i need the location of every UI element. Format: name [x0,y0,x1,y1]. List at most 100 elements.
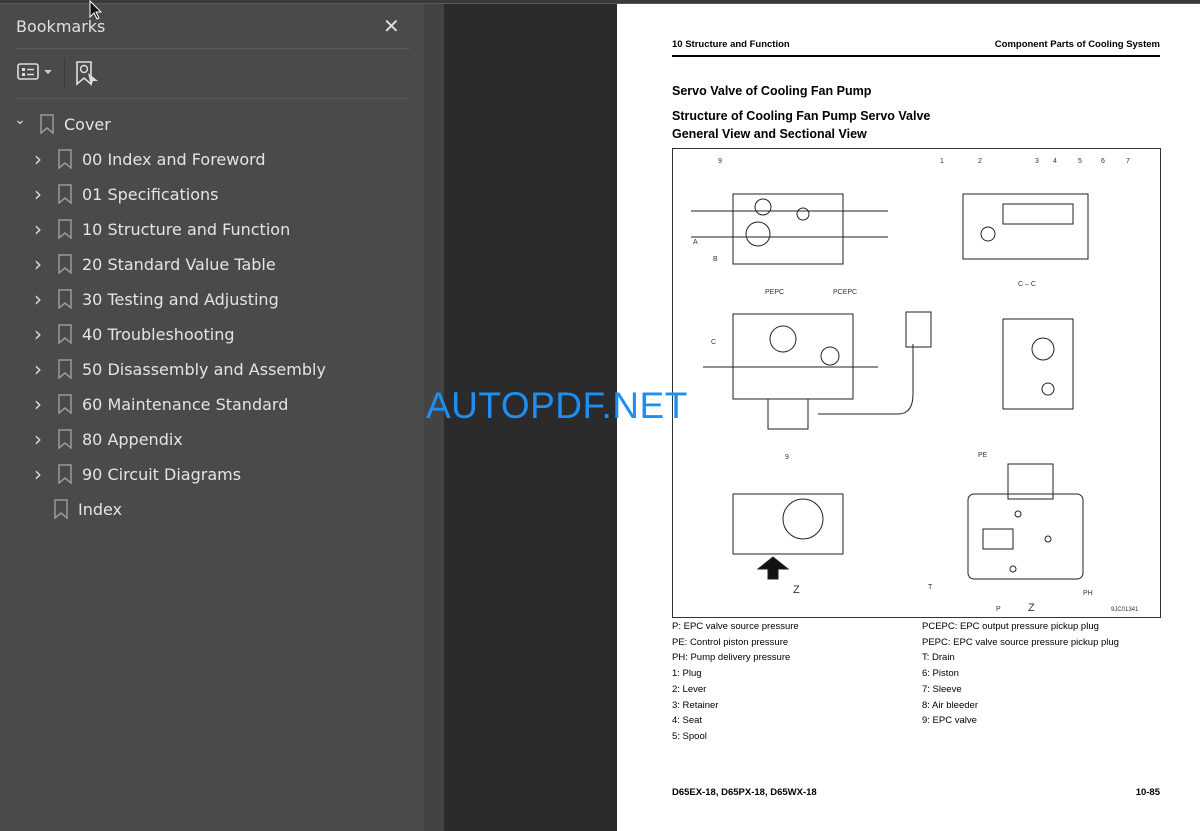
label-pcepc: PCEPC [833,289,857,296]
bookmarks-panel: Bookmarks ✕ ⌄ Cover › 00 Index and Foreword… [0,4,424,831]
legend-right: PCEPC: EPC output pressure pickup plug PE… [922,619,1119,729]
bookmark-item[interactable]: › 90 Circuit Diagrams [26,459,241,489]
bookmark-item[interactable]: › 80 Appendix [26,424,183,454]
port-view-body [967,493,1084,580]
bookmark-item[interactable]: Index [22,494,122,524]
bookmark-label: Index [78,499,123,519]
bookmark-label: 90 Circuit Diagrams [82,464,242,484]
chevron-right-icon[interactable]: › [26,392,50,416]
legend-entry: 4: Seat [672,715,703,727]
chevron-right-icon[interactable]: › [26,287,50,311]
label-z-2: Z [1028,602,1035,614]
label-3: 3 [1035,158,1039,165]
bookmark-item[interactable]: › 40 Troubleshooting [26,319,235,349]
bookmark-icon [58,394,72,414]
header-right: Component Parts of Cooling System [994,39,1160,50]
legend-entry: 2: Lever [672,683,707,695]
chevron-right-icon[interactable]: › [26,322,50,346]
label-ph: PH [1083,590,1093,597]
legend-entry: 7: Sleeve [922,683,962,695]
pdf-page: 10 Structure and Function Component Parts… [617,4,1200,831]
chevron-down-icon[interactable]: ⌄ [8,112,32,128]
label-z: Z [793,584,800,596]
bookmark-icon [58,254,72,274]
chevron-right-icon[interactable]: › [26,462,50,486]
legend-entry: PH: Pump delivery pressure [672,652,791,664]
front-view-body [732,313,854,400]
bookmark-icon [58,289,72,309]
legend-entry: 8: Air bleeder [922,699,978,711]
legend-entry: 6: Piston [922,668,959,680]
label-7: 7 [1126,158,1130,165]
bookmark-label: 20 Standard Value Table [82,254,276,274]
side-view-body [1002,318,1074,410]
legend-entry: T: Drain [922,652,955,664]
section-title: Servo Valve of Cooling Fan Pump [672,84,872,98]
label-c-c: C – C [1018,281,1036,288]
figure-code: 9JC01341 [1111,607,1139,613]
bookmark-label: 50 Disassembly and Assembly [82,359,326,379]
label-4: 4 [1053,158,1057,165]
chevron-right-icon[interactable]: › [26,427,50,451]
find-current-bookmark-icon [76,61,98,86]
label-pepc: PEPC [765,289,784,296]
watermark: AUTOPDF.NET [426,385,688,426]
bookmark-icon [54,499,68,519]
divider [16,98,410,99]
label-c: C [711,339,716,346]
bookmark-item[interactable]: › 20 Standard Value Table [26,249,276,279]
bookmark-item[interactable]: › 00 Index and Foreword [26,144,266,174]
chevron-right-icon[interactable]: › [26,182,50,206]
bookmark-item[interactable]: › 01 Specifications [26,179,219,209]
divider [16,48,410,49]
label-b: B [713,256,718,263]
bookmark-icon [40,114,54,134]
bookmark-icon [58,429,72,449]
legend-entry: 5: Spool [672,730,707,742]
bookmark-icon [58,149,72,169]
bookmark-item[interactable]: › 10 Structure and Function [26,214,290,244]
bookmark-label: 60 Maintenance Standard [82,394,289,414]
top-view-body [732,193,844,265]
toolbar-separator [64,58,65,88]
legend-entry: PE: Control piston pressure [672,636,789,648]
options-button[interactable] [16,60,56,88]
label-pe: PE [978,452,988,459]
legend-entry: 1: Plug [672,668,702,680]
label-5: 5 [1078,158,1082,165]
legend-entry: P: EPC valve source pressure [672,621,799,632]
close-icon[interactable]: ✕ [383,14,400,38]
bookmark-item[interactable]: ⌄ Cover [8,109,111,139]
list-options-icon [17,63,52,80]
bookmark-icon [58,184,72,204]
bottom-view-body [732,493,844,555]
legend-entry: PEPC: EPC valve source pressure pickup p… [922,636,1119,648]
view-title: General View and Sectional View [672,127,867,141]
chevron-right-icon[interactable]: › [26,357,50,381]
bookmark-label: 01 Specifications [82,184,219,204]
bookmark-label: 00 Index and Foreword [82,149,266,169]
label-2: 2 [978,158,982,165]
bookmark-label: 10 Structure and Function [82,219,291,239]
page-header: 10 Structure and Function Component Parts… [672,39,1160,57]
bookmark-item[interactable]: › 30 Testing and Adjusting [26,284,279,314]
subsection-title: Structure of Cooling Fan Pump Servo Valv… [672,109,931,123]
find-current-bookmark-button[interactable] [74,60,100,92]
label-p: P [996,606,1001,613]
label-9-epc: 9 [785,454,789,461]
label-9: 9 [718,158,722,165]
chevron-right-icon[interactable]: › [26,252,50,276]
label-6: 6 [1101,158,1105,165]
legend-entry: 9: EPC valve [922,715,977,727]
bookmark-item[interactable]: › 50 Disassembly and Assembly [26,354,326,384]
legend-left: P: EPC valve source pressure PE: Control … [672,619,799,745]
bookmark-label: Cover [64,114,111,134]
chevron-right-icon[interactable]: › [26,217,50,241]
mouse-cursor-icon [89,0,103,20]
bookmark-icon [58,464,72,484]
chevron-right-icon[interactable]: › [26,147,50,171]
label-a: A [693,239,698,246]
bookmark-item[interactable]: › 60 Maintenance Standard [26,389,288,419]
bookmark-icon [58,324,72,344]
footer-models: D65EX-18, D65PX-18, D65WX-18 [672,787,817,798]
